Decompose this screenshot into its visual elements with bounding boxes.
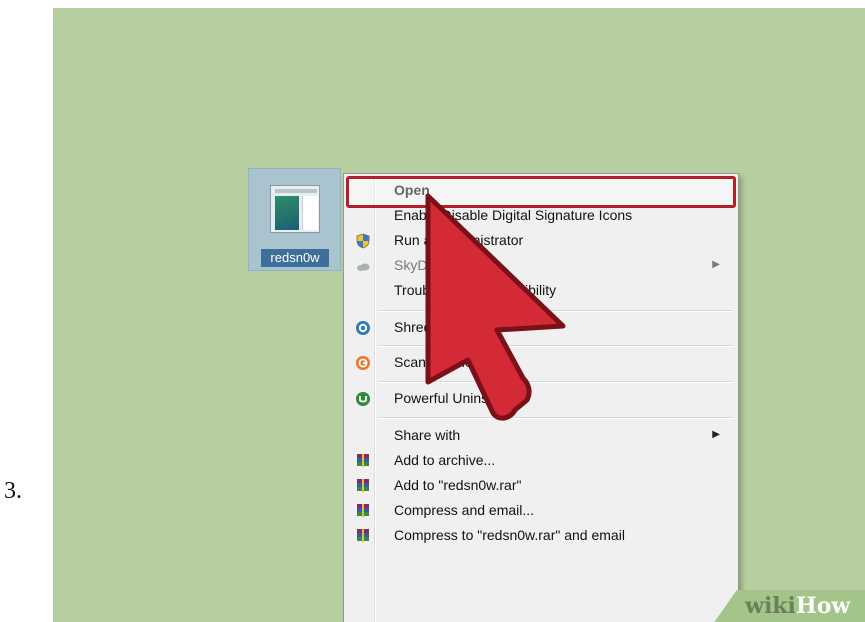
desktop-screenshot: redsn0w Open Enable/Disable Digital Sign… [53, 8, 865, 622]
step-number: 3. [4, 478, 22, 504]
pointer-cursor-icon [425, 193, 566, 421]
watermark-logo: wikiHow [745, 593, 851, 619]
